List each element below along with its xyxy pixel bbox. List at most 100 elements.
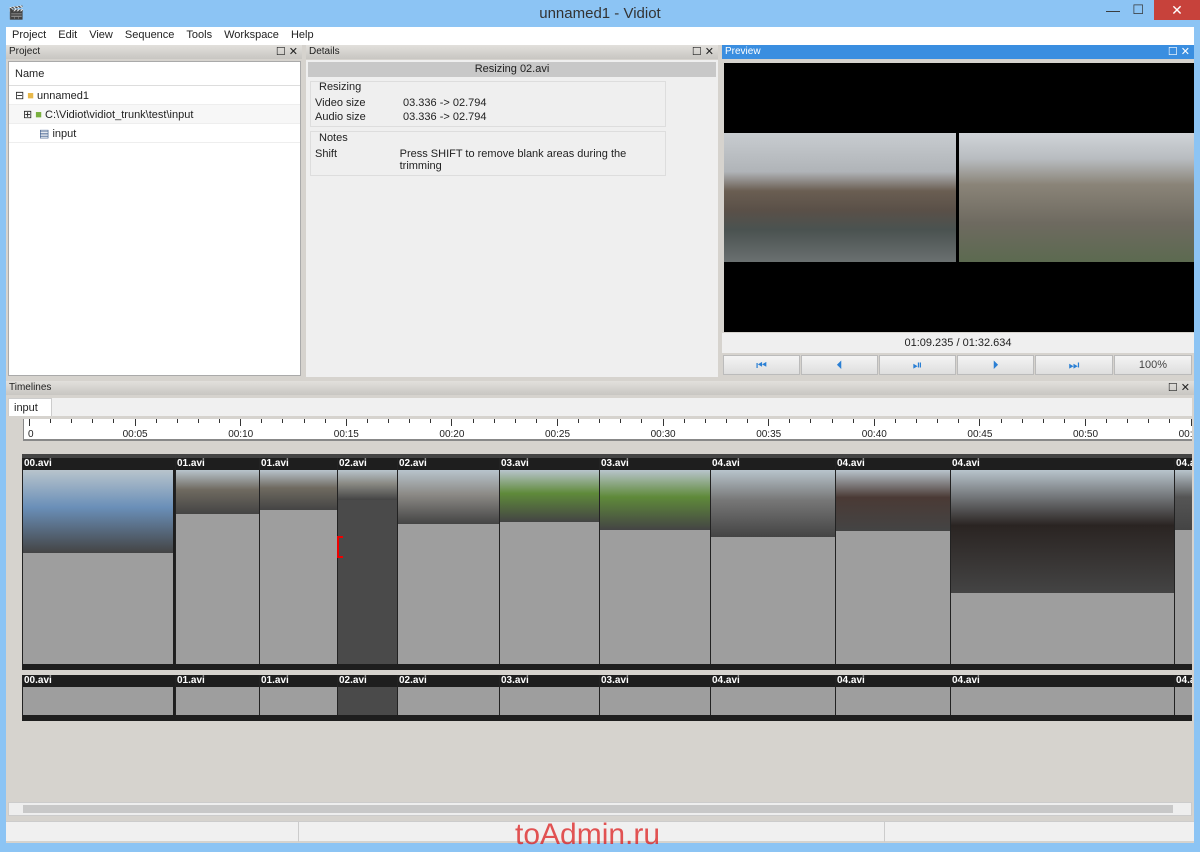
- clip-label: 01.avi: [260, 458, 337, 470]
- panel-float-close-icons[interactable]: ☐ ✕: [276, 45, 298, 59]
- preview-frame-right: [959, 133, 1194, 262]
- row-value: 03.336 -> 02.794: [403, 111, 487, 123]
- preview-video: [724, 63, 1194, 332]
- video-clip[interactable]: 04.avi: [950, 458, 1174, 664]
- ruler-tick: [430, 419, 432, 423]
- ruler-tick: [345, 419, 347, 426]
- clip-label: 02.avi: [398, 458, 499, 470]
- ruler-label: 00:30: [650, 429, 676, 440]
- tree-item[interactable]: ▤ input: [9, 124, 300, 143]
- video-clip[interactable]: 01.avi: [175, 458, 259, 664]
- video-clip[interactable]: 04.avi: [1174, 458, 1192, 664]
- menu-sequence[interactable]: Sequence: [119, 27, 181, 45]
- go-to-end-button[interactable]: ⏭: [1035, 355, 1113, 375]
- previous-frame-button[interactable]: ⏴: [801, 355, 878, 375]
- maximize-button[interactable]: ☐: [1132, 2, 1144, 18]
- video-clip[interactable]: 04.avi: [710, 458, 835, 664]
- close-button[interactable]: ✕: [1154, 0, 1200, 20]
- video-clip[interactable]: 02.avi: [337, 458, 397, 664]
- expand-icon[interactable]: ⊞: [23, 109, 32, 121]
- ruler-tick: [578, 419, 580, 423]
- panel-float-close-icons[interactable]: ☐ ✕: [1168, 381, 1190, 395]
- next-frame-button[interactable]: ⏵: [957, 355, 1034, 375]
- ruler-tick: [620, 419, 622, 423]
- video-clip[interactable]: 03.avi: [599, 458, 710, 664]
- clip-label: 00.avi: [23, 458, 173, 470]
- video-clip[interactable]: 00.avi: [22, 458, 173, 664]
- menu-edit[interactable]: Edit: [52, 27, 83, 45]
- video-clip[interactable]: 04.avi: [835, 458, 950, 664]
- ruler-label: 00:20: [439, 429, 465, 440]
- ruler-tick: [1169, 419, 1171, 423]
- clip-label: 01.avi: [260, 675, 337, 687]
- video-clip[interactable]: 01.avi: [259, 458, 337, 664]
- collapse-icon[interactable]: ⊟: [15, 90, 24, 102]
- audio-clip[interactable]: 03.avi: [499, 675, 599, 715]
- ruler-tick: [176, 419, 178, 423]
- clip-thumbnail: [1175, 470, 1192, 530]
- clip-label: 03.avi: [500, 458, 599, 470]
- tree-item-label: unnamed1: [37, 90, 89, 102]
- ruler-tick: [704, 419, 706, 423]
- menu-tools[interactable]: Tools: [180, 27, 218, 45]
- time-ruler[interactable]: 0 00:05 00:10 00:15 00:20 00:25 00:30 00:35 00:4…: [23, 419, 1192, 441]
- play-pause-button[interactable]: ⏯: [879, 355, 956, 375]
- tree-item[interactable]: ⊞ ■ C:\Vidiot\vidiot_trunk\test\input: [9, 105, 300, 124]
- clip-label: 04.avi: [711, 458, 835, 470]
- clip-label: 04.avi: [951, 458, 1174, 470]
- ruler-tick: [50, 419, 52, 423]
- audio-clip[interactable]: 04.avi: [710, 675, 835, 715]
- clip-label: 01.avi: [176, 458, 259, 470]
- ruler-tick: [852, 419, 854, 423]
- ruler-tick: [599, 419, 601, 423]
- scrollbar-thumb[interactable]: [23, 805, 1173, 813]
- video-clip[interactable]: 02.avi: [397, 458, 499, 664]
- ruler-tick: [1127, 419, 1129, 423]
- clip-thumbnail: [176, 470, 259, 514]
- menu-view[interactable]: View: [83, 27, 119, 45]
- menu-help[interactable]: Help: [285, 27, 320, 45]
- audio-clip[interactable]: 04.avi: [950, 675, 1174, 715]
- audio-clip[interactable]: 00.avi: [22, 675, 173, 715]
- panel-float-close-icons[interactable]: ☐ ✕: [1168, 45, 1190, 59]
- horizontal-scrollbar[interactable]: [8, 802, 1192, 816]
- column-header-name[interactable]: Name: [9, 62, 300, 86]
- resizing-group: Resizing Video size 03.336 -> 02.794 Audi…: [310, 81, 666, 127]
- tree-item-label: C:\Vidiot\vidiot_trunk\test\input: [45, 109, 194, 121]
- timeline-canvas[interactable]: 0 00:05 00:10 00:15 00:20 00:25 00:30 00:35 00:4…: [8, 416, 1192, 798]
- ruler-label: 00:25: [545, 429, 571, 440]
- ruler-label: 00:10: [228, 429, 254, 440]
- minimize-button[interactable]: —: [1106, 2, 1120, 18]
- preview-frame-left: [724, 133, 956, 262]
- audio-clip[interactable]: 04.avi: [1174, 675, 1192, 715]
- go-to-start-button[interactable]: ⏮: [723, 355, 800, 375]
- ruler-tick: [197, 419, 199, 423]
- audio-clip[interactable]: 03.avi: [599, 675, 710, 715]
- menu-workspace[interactable]: Workspace: [218, 27, 285, 45]
- ruler-tick: [768, 419, 770, 426]
- watched-folder-icon: ■: [35, 109, 42, 121]
- zoom-button[interactable]: 100%: [1114, 355, 1192, 375]
- watermark: toAdmin.ru: [515, 818, 661, 851]
- ruler-tick: [662, 419, 664, 426]
- tree-item-label: input: [52, 128, 77, 140]
- audio-clip[interactable]: 04.avi: [835, 675, 950, 715]
- audio-clip[interactable]: 01.avi: [259, 675, 337, 715]
- group-title: Resizing: [319, 81, 362, 93]
- tree-item[interactable]: ⊟ ■ unnamed1: [9, 86, 300, 105]
- audio-clip[interactable]: 02.avi: [337, 675, 397, 715]
- video-track: 00.avi 01.avi 01.avi 02.avi 02.avi 03.avi 03.a…: [22, 458, 1192, 670]
- audio-clip[interactable]: 01.avi: [175, 675, 259, 715]
- ruler-tick: [493, 419, 495, 423]
- audio-clip[interactable]: 02.avi: [397, 675, 499, 715]
- ruler-tick: [916, 419, 918, 423]
- panel-float-close-icons[interactable]: ☐ ✕: [692, 45, 714, 59]
- clip-label: 04.avi: [1175, 675, 1192, 687]
- ruler-tick: [29, 419, 30, 426]
- clip-label: 01.avi: [176, 675, 259, 687]
- tab-input[interactable]: input: [8, 398, 52, 417]
- menu-project[interactable]: Project: [6, 27, 52, 45]
- video-clip[interactable]: 03.avi: [499, 458, 599, 664]
- ruler-tick: [789, 419, 791, 423]
- ruler-tick: [958, 419, 960, 423]
